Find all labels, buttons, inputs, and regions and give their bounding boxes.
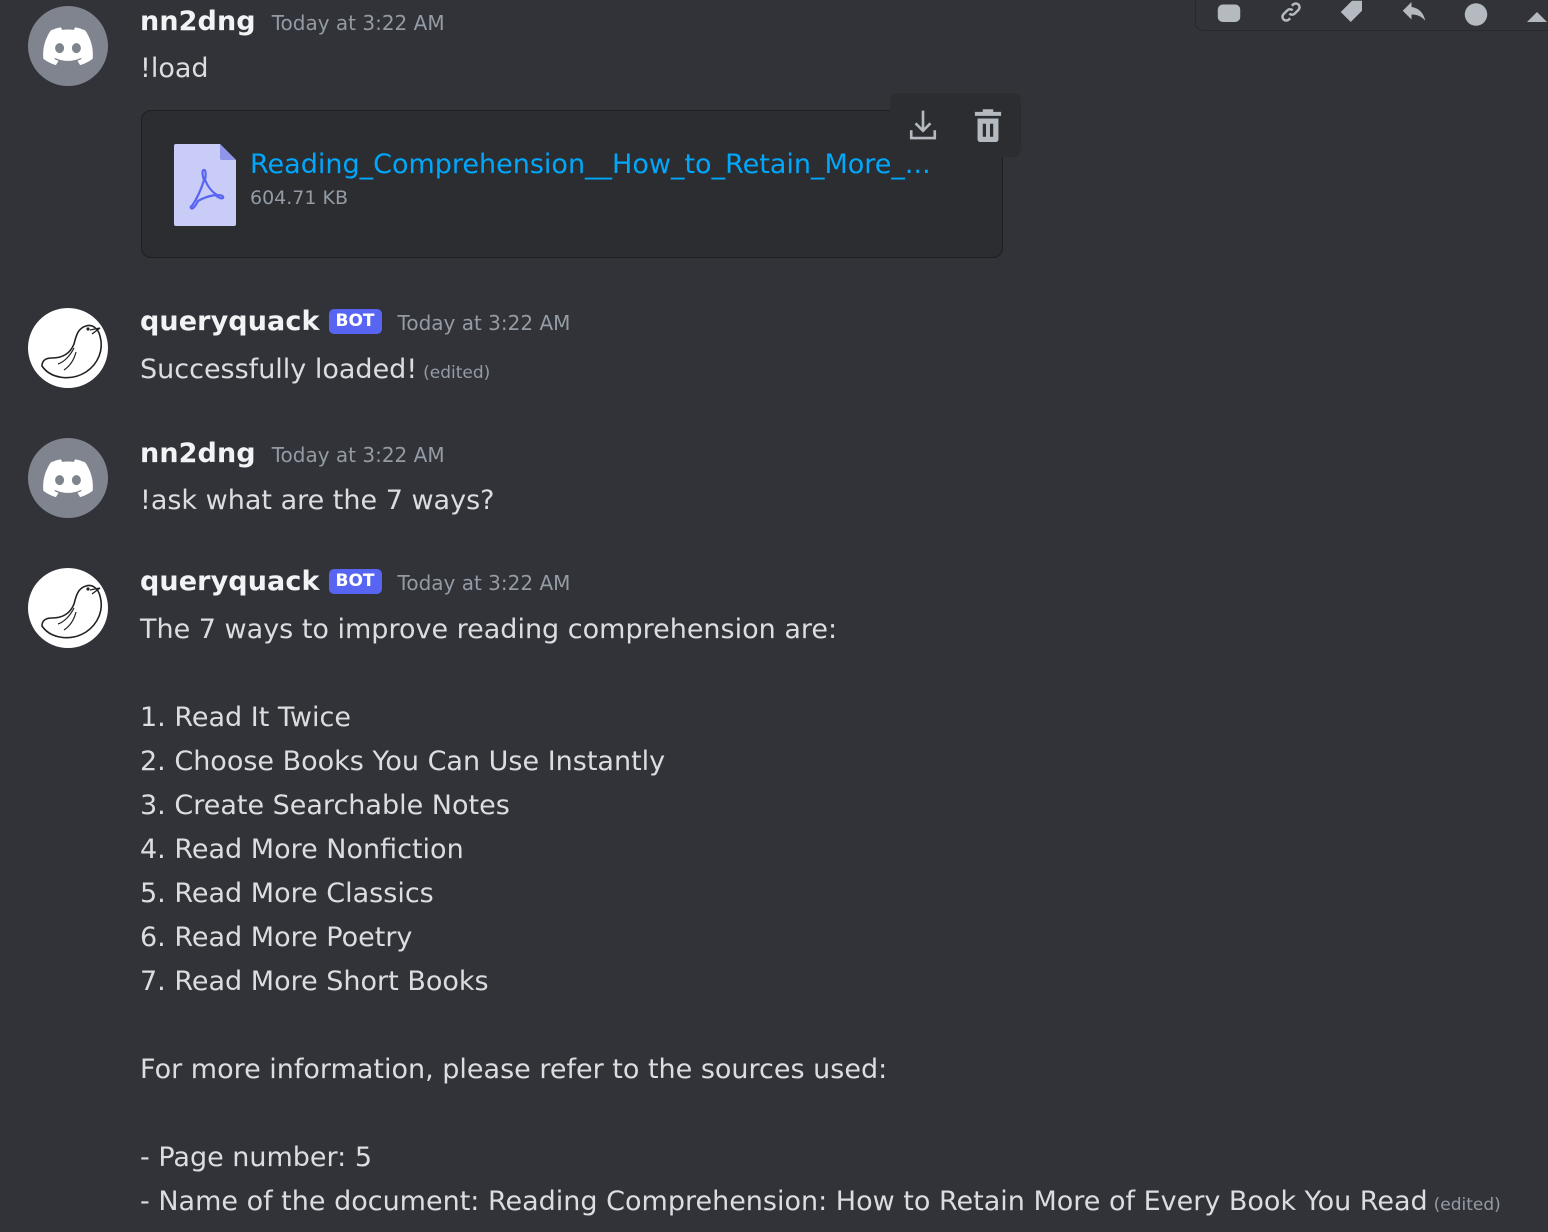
message-header: nn2dng Today at 3:22 AM [140,438,445,469]
username[interactable]: nn2dng [140,6,256,37]
timestamp: Today at 3:22 AM [271,11,445,35]
delete-icon [975,109,1002,142]
edited-label: (edited) [1433,1195,1501,1215]
download-button[interactable] [903,105,943,145]
avatar[interactable] [28,438,108,518]
message-line: The 7 ways to improve reading comprehens… [140,614,838,645]
chat-messages: nn2dng Today at 3:22 AM !load Reading_Co… [0,0,1548,1232]
more-icon[interactable] [1520,0,1548,27]
list-item: 7. Read More Short Books [140,966,489,997]
list-item: 2. Choose Books You Can Use Instantly [140,746,666,777]
source-line: - Page number: 5 [140,1142,373,1173]
discord-logo-icon [43,27,93,65]
file-size: 604.71 KB [250,187,349,209]
message-header: nn2dng Today at 3:22 AM [140,6,445,37]
timestamp: Today at 3:22 AM [271,443,445,467]
source-line-with-edited: - Name of the document: Reading Comprehe… [140,1180,1501,1227]
avatar[interactable] [28,6,108,86]
username[interactable]: queryquack [140,306,320,337]
file-name-link[interactable]: Reading_Comprehension__How_to_Retain_Mor… [250,149,960,180]
avatar[interactable] [28,308,108,388]
message-line [140,1092,1501,1136]
message-line: For more information, please refer to th… [140,1054,888,1085]
duck-avatar-icon [41,324,102,379]
pdf-file-icon [174,144,236,226]
message-text: Successfully loaded! [140,354,418,385]
timestamp: Today at 3:22 AM [397,571,571,595]
discord-logo-icon [43,459,93,497]
list-item: 3. Create Searchable Notes [140,790,510,821]
bot-badge: BOT [328,309,382,334]
list-item: 4. Read More Nonfiction [140,834,464,865]
message-line [140,1004,1501,1048]
link-icon[interactable] [1274,0,1308,27]
message-text: !load [140,53,209,84]
avatar[interactable] [28,568,108,648]
duck-avatar-icon [41,584,102,639]
message-text: !ask what are the 7 ways? [140,485,495,516]
source-line: - Name of the document: Reading Comprehe… [140,1186,1428,1217]
message-actions-toolbar [1195,0,1548,31]
list-item: 5. Read More Classics [140,878,434,909]
list-item: 1. Read It Twice [140,702,351,733]
edited-label: (edited) [423,363,491,383]
reaction-icon[interactable] [1459,0,1493,27]
message-line [140,652,1501,696]
username[interactable]: queryquack [140,566,320,597]
timestamp: Today at 3:22 AM [397,311,571,335]
message-header: queryquack BOT Today at 3:22 AM [140,566,570,598]
attachment-actions [890,93,1021,157]
app-icon[interactable] [1212,0,1246,27]
message-header: queryquack BOT Today at 3:22 AM [140,306,570,338]
bot-badge: BOT [328,569,382,594]
message-body: Successfully loaded! (edited) [140,348,490,395]
file-attachment: Reading_Comprehension__How_to_Retain_Mor… [141,110,1003,258]
username[interactable]: nn2dng [140,438,256,469]
delete-button[interactable] [968,105,1008,145]
download-icon [909,110,936,140]
list-item: 6. Read More Poetry [140,922,413,953]
reply-icon[interactable] [1397,0,1431,27]
tag-icon[interactable] [1335,0,1369,27]
message-body: The 7 ways to improve reading comprehens… [140,608,1501,1227]
